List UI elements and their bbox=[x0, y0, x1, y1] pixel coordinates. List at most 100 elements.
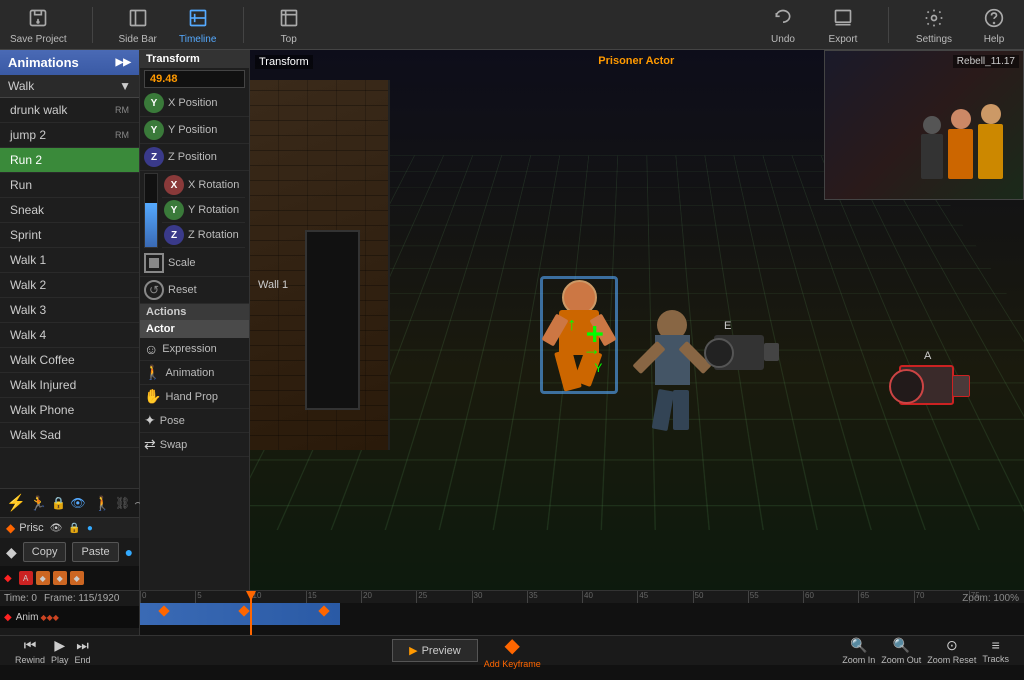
kf-2 bbox=[238, 605, 249, 616]
animations-header: Animations ▶▶ bbox=[0, 50, 139, 75]
animation-row[interactable]: 🚶 Animation bbox=[140, 361, 249, 385]
bystander-character bbox=[637, 310, 707, 430]
mini-char-3 bbox=[921, 134, 943, 179]
anim-dot-3: ◆ bbox=[53, 571, 67, 585]
anim-item-run[interactable]: Run bbox=[0, 173, 139, 198]
kf-1 bbox=[158, 605, 169, 616]
door bbox=[305, 230, 360, 410]
hand-prop-row[interactable]: ✋ Hand Prop bbox=[140, 385, 249, 409]
reset-row[interactable]: ↺ Reset bbox=[140, 277, 249, 304]
kf-3 bbox=[318, 605, 329, 616]
swap-row[interactable]: ⇄ Swap bbox=[140, 433, 249, 457]
scale-icon bbox=[144, 253, 164, 273]
tracks-button[interactable]: ≡ Tracks bbox=[982, 637, 1009, 664]
top-view-button[interactable]: Top bbox=[269, 4, 309, 45]
settings-button[interactable]: Settings bbox=[914, 4, 954, 45]
paste-button[interactable]: Paste bbox=[72, 542, 118, 562]
z-rotation-row[interactable]: Z Z Rotation bbox=[162, 223, 245, 248]
anim-item-walk4[interactable]: Walk 4 bbox=[0, 323, 139, 348]
ruler-35: 35 bbox=[527, 591, 582, 603]
anim-item-sprint[interactable]: Sprint bbox=[0, 223, 139, 248]
preview-icon: ▶ bbox=[409, 644, 417, 657]
eye-icon[interactable]: 👁 bbox=[70, 496, 85, 510]
zoom-reset-icon: ⊙ bbox=[946, 637, 958, 654]
ruler-15: 15 bbox=[306, 591, 361, 603]
actor-track-icon: ◆ bbox=[6, 521, 15, 535]
actor-name-label: Prisc bbox=[19, 522, 43, 534]
chain-icon: ⛓ bbox=[115, 496, 130, 510]
transform-header: Transform bbox=[140, 50, 249, 68]
z-position-row[interactable]: Z Z Position bbox=[140, 144, 249, 171]
ruler-50: 50 bbox=[693, 591, 748, 603]
ruler-30: 30 bbox=[472, 591, 527, 603]
ruler-45: 45 bbox=[637, 591, 692, 603]
anim-item-run2[interactable]: Run 2 bbox=[0, 148, 139, 173]
ruler-65: 65 bbox=[858, 591, 913, 603]
main-area: Animations ▶▶ Walk ▼ drunk walk RM jump … bbox=[0, 50, 1024, 590]
expression-row[interactable]: ☺ Expression bbox=[140, 338, 249, 361]
timeline-button[interactable]: Timeline bbox=[178, 4, 218, 45]
end-button[interactable]: ⏭ End bbox=[75, 637, 91, 665]
actor-label: Prisoner Actor bbox=[598, 55, 674, 67]
anim-item-walk-phone[interactable]: Walk Phone bbox=[0, 398, 139, 423]
add-keyframe-button[interactable]: ◆ Add Keyframe bbox=[484, 633, 541, 669]
anim-dots: A ◆ ◆ ◆ bbox=[15, 569, 88, 587]
anim-item-walk-injured[interactable]: Walk Injured bbox=[0, 373, 139, 398]
anim-item-jump2[interactable]: jump 2 RM bbox=[0, 123, 139, 148]
rewind-button[interactable]: ⏮ Rewind bbox=[15, 637, 45, 665]
zoom-reset-button[interactable]: ⊙ Zoom Reset bbox=[927, 637, 976, 665]
sidebar-icon bbox=[124, 4, 152, 32]
export-button[interactable]: Export bbox=[823, 4, 863, 45]
viewport[interactable]: Wall 1 Transform Prisoner Actor Rebell_1… bbox=[250, 50, 1024, 590]
z-icon-zrot: Z bbox=[164, 225, 184, 245]
zoom-out-button[interactable]: 🔍 Zoom Out bbox=[881, 637, 921, 665]
keyframe-diamond-icon: ◆ bbox=[505, 633, 520, 658]
undo-button[interactable]: Undo bbox=[763, 4, 803, 45]
anim-item-walk-coffee[interactable]: Walk Coffee bbox=[0, 348, 139, 373]
anim-item-drunk-walk[interactable]: drunk walk RM bbox=[0, 98, 139, 123]
preview-button[interactable]: ▶ Preview bbox=[392, 639, 478, 662]
anim-item-walk1[interactable]: Walk 1 bbox=[0, 248, 139, 273]
scale-row[interactable]: Scale bbox=[140, 250, 249, 277]
anim-item-walk3[interactable]: Walk 3 bbox=[0, 298, 139, 323]
animation-list: drunk walk RM jump 2 RM Run 2 Run Sneak … bbox=[0, 98, 139, 488]
blue-bar-section: X X Rotation Y Y Rotation Z Z Rotation bbox=[140, 171, 249, 250]
left-panel: Animations ▶▶ Walk ▼ drunk walk RM jump … bbox=[0, 50, 140, 590]
x-rotation-row[interactable]: X X Rotation bbox=[162, 173, 245, 198]
walk-dropdown[interactable]: Walk ▼ bbox=[0, 75, 139, 98]
figure-icon: ⚡ bbox=[6, 493, 26, 513]
sidebar-button[interactable]: Side Bar bbox=[118, 4, 158, 45]
play-icon: ▶ bbox=[54, 637, 65, 654]
mini-preview bbox=[824, 50, 1024, 200]
ruler-55: 55 bbox=[748, 591, 803, 603]
copy-paste-row: ◆ Copy Paste ● bbox=[0, 538, 139, 566]
middle-panel: Transform 49.48 Y X Position Y Y Positio… bbox=[140, 50, 250, 590]
actor-eye-icon[interactable]: 👁 bbox=[50, 523, 63, 534]
y-position-row[interactable]: Y Y Position bbox=[140, 117, 249, 144]
anim-item-sneak[interactable]: Sneak bbox=[0, 198, 139, 223]
actor-vis-icon[interactable]: ● bbox=[87, 523, 93, 534]
zoom-in-button[interactable]: 🔍 Zoom In bbox=[842, 637, 875, 665]
actor-label-right: Rebell_11.17 bbox=[953, 55, 1019, 68]
timeline-icon bbox=[184, 4, 212, 32]
playback-left-group: ⏮ Rewind ▶ Play ⏭ End bbox=[15, 637, 91, 665]
y-icon-ypos: Y bbox=[144, 120, 164, 140]
gizmo-y-label: Y bbox=[594, 361, 602, 375]
save-icon bbox=[24, 4, 52, 32]
x-position-row[interactable]: Y X Position bbox=[140, 90, 249, 117]
anim-item-walk-sad[interactable]: Walk Sad bbox=[0, 423, 139, 448]
help-button[interactable]: Help bbox=[974, 4, 1014, 45]
copy-button[interactable]: Copy bbox=[23, 542, 67, 562]
ruler-20: 20 bbox=[361, 591, 416, 603]
y-icon-xpos: Y bbox=[144, 93, 164, 113]
play-button[interactable]: ▶ Play bbox=[51, 637, 69, 665]
ruler-10: 10 bbox=[251, 591, 306, 603]
y-rotation-row[interactable]: Y Y Rotation bbox=[162, 198, 245, 223]
pose-row[interactable]: ✦ Pose bbox=[140, 409, 249, 433]
anim-dot-2: ◆ bbox=[36, 571, 50, 585]
save-project-button[interactable]: Save Project bbox=[10, 4, 67, 45]
anim-item-walk2[interactable]: Walk 2 bbox=[0, 273, 139, 298]
animations-icon: ▶▶ bbox=[116, 57, 131, 68]
anim-track-label: ◆ Anim ◆◆◆ bbox=[0, 606, 139, 628]
actions-header: Actions bbox=[140, 304, 249, 320]
